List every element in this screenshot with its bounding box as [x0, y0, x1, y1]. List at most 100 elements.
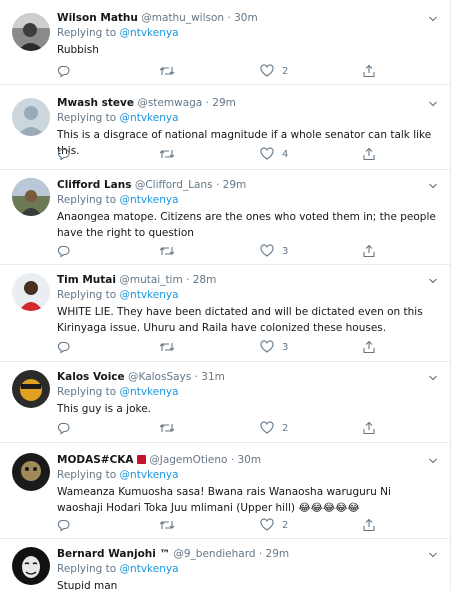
- like-button[interactable]: 3: [260, 244, 288, 258]
- replies-timeline: Wilson Mathu @mathu_wilson · 30m Replyin…: [0, 0, 451, 590]
- like-button[interactable]: 2: [260, 64, 288, 78]
- author-handle[interactable]: @mutai_tim: [119, 274, 182, 286]
- timestamp[interactable]: 29m: [212, 97, 236, 109]
- timestamp[interactable]: 30m: [234, 12, 258, 24]
- retweet-button[interactable]: [159, 518, 175, 532]
- replying-to-label: Replying to: [57, 194, 117, 206]
- replying-to: Replying to @ntvkenya: [57, 288, 440, 303]
- retweet-button[interactable]: [159, 340, 175, 354]
- timestamp[interactable]: 29m: [266, 548, 290, 560]
- reply-button[interactable]: [57, 147, 71, 161]
- replying-to-label: Replying to: [57, 289, 117, 301]
- reply-button[interactable]: [57, 64, 71, 78]
- like-count: 4: [282, 148, 289, 160]
- like-button[interactable]: 2: [260, 421, 288, 435]
- chevron-down-icon[interactable]: [428, 99, 438, 109]
- replying-to-link[interactable]: @ntvkenya: [120, 194, 179, 206]
- replying-to-link[interactable]: @ntvkenya: [120, 386, 179, 398]
- author-handle[interactable]: @mathu_wilson: [141, 12, 224, 24]
- replying-to-link[interactable]: @ntvkenya: [120, 289, 179, 301]
- avatar[interactable]: [12, 370, 50, 408]
- share-button[interactable]: [362, 147, 376, 161]
- chevron-down-icon[interactable]: [428, 373, 438, 383]
- reply-button[interactable]: [57, 340, 71, 354]
- chevron-down-icon[interactable]: [428, 181, 438, 191]
- author-handle[interactable]: @stemwaga: [137, 97, 202, 109]
- tweet-header: MODAS#CKA @JagemOtieno · 30m: [57, 453, 440, 468]
- author-handle[interactable]: @Clifford_Lans: [135, 179, 213, 191]
- reply-icon: [57, 147, 71, 161]
- separator: ·: [194, 371, 198, 383]
- like-count: 3: [282, 245, 289, 257]
- avatar[interactable]: [12, 273, 50, 311]
- like-button[interactable]: 3: [260, 340, 288, 354]
- chevron-down-icon[interactable]: [428, 276, 438, 286]
- reply-button[interactable]: [57, 518, 71, 532]
- timestamp[interactable]: 31m: [201, 371, 225, 383]
- reply-button[interactable]: [57, 421, 71, 435]
- author-handle[interactable]: @JagemOtieno: [149, 454, 227, 466]
- reply-icon: [57, 340, 71, 354]
- replying-to-link[interactable]: @ntvkenya: [120, 27, 179, 39]
- replying-to-link[interactable]: @ntvkenya: [120, 112, 179, 124]
- author-name[interactable]: Bernard Wanjohi ™: [57, 548, 170, 560]
- author-handle[interactable]: @KalosSays: [128, 371, 191, 383]
- author-name[interactable]: Kalos Voice: [57, 371, 125, 383]
- heart-icon: [260, 147, 274, 161]
- chevron-down-icon[interactable]: [428, 14, 438, 24]
- tweet[interactable]: Mwash steve @stemwaga · 29m Replying to …: [0, 85, 450, 170]
- tweet-text: Anaongea matope. Citizens are the ones w…: [57, 211, 436, 239]
- author-name[interactable]: Wilson Mathu: [57, 12, 138, 24]
- tweet[interactable]: Tim Mutai @mutai_tim · 28m Replying to @…: [0, 265, 450, 362]
- author-name[interactable]: MODAS#CKA: [57, 454, 134, 466]
- timestamp[interactable]: 28m: [193, 274, 217, 286]
- tweet[interactable]: Clifford Lans @Clifford_Lans · 29m Reply…: [0, 170, 450, 265]
- retweet-icon: [159, 518, 175, 532]
- author-name[interactable]: Clifford Lans: [57, 179, 131, 191]
- author-handle[interactable]: @9_bendiehard: [173, 548, 255, 560]
- timestamp[interactable]: 29m: [223, 179, 247, 191]
- share-button[interactable]: [362, 421, 376, 435]
- separator: ·: [230, 454, 235, 466]
- timestamp[interactable]: 30m: [238, 454, 262, 466]
- like-button[interactable]: 4: [260, 147, 288, 161]
- replying-to-link[interactable]: @ntvkenya: [120, 563, 179, 575]
- chevron-down-icon[interactable]: [428, 550, 438, 560]
- replying-to-label: Replying to: [57, 469, 117, 481]
- tweet[interactable]: Kalos Voice @KalosSays · 31m Replying to…: [0, 362, 450, 443]
- separator: ·: [258, 548, 263, 560]
- avatar[interactable]: [12, 178, 50, 216]
- avatar[interactable]: [12, 453, 50, 491]
- heart-icon: [260, 421, 274, 435]
- heart-icon: [260, 518, 274, 532]
- tweet-header: Mwash steve @stemwaga · 29m: [57, 96, 440, 111]
- share-button[interactable]: [362, 244, 376, 258]
- like-button[interactable]: 2: [260, 518, 288, 532]
- chevron-down-icon[interactable]: [428, 456, 438, 466]
- author-name[interactable]: Mwash steve: [57, 97, 134, 109]
- tweet[interactable]: Bernard Wanjohi ™ @9_bendiehard · 29m Re…: [0, 539, 450, 590]
- tweet[interactable]: MODAS#CKA @JagemOtieno · 30m Replying to…: [0, 443, 450, 539]
- heart-icon: [260, 64, 274, 78]
- avatar[interactable]: [12, 547, 50, 585]
- share-button[interactable]: [362, 340, 376, 354]
- avatar[interactable]: [12, 13, 50, 51]
- like-count: 2: [282, 519, 289, 531]
- separator: ·: [227, 12, 231, 24]
- replying-to-link[interactable]: @ntvkenya: [120, 469, 179, 481]
- retweet-button[interactable]: [159, 147, 175, 161]
- share-button[interactable]: [362, 518, 376, 532]
- retweet-button[interactable]: [159, 421, 175, 435]
- retweet-button[interactable]: [159, 64, 175, 78]
- replying-to: Replying to @ntvkenya: [57, 111, 440, 126]
- share-icon: [362, 518, 376, 532]
- author-name[interactable]: Tim Mutai: [57, 274, 116, 286]
- share-button[interactable]: [362, 64, 376, 78]
- separator: ·: [186, 274, 190, 286]
- tweet[interactable]: Wilson Mathu @mathu_wilson · 30m Replyin…: [0, 0, 450, 85]
- retweet-button[interactable]: [159, 244, 175, 258]
- flag-icon: [136, 455, 146, 464]
- avatar[interactable]: [12, 98, 50, 136]
- reply-button[interactable]: [57, 244, 71, 258]
- like-count: 3: [282, 341, 289, 353]
